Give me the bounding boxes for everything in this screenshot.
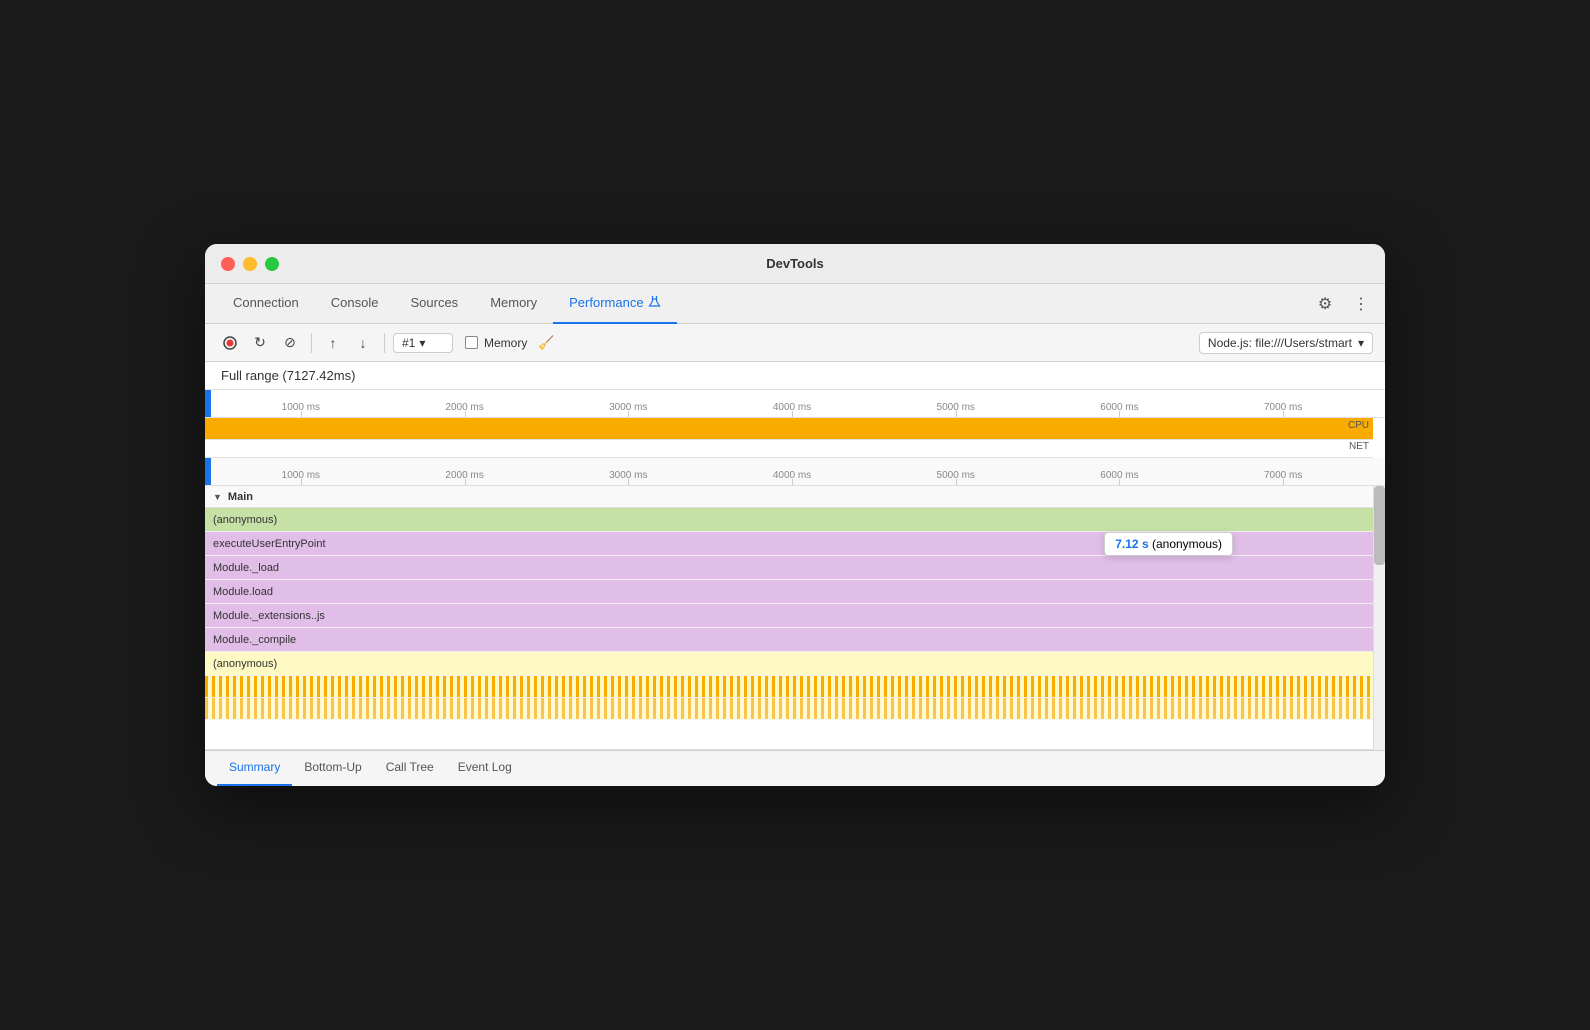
tick-2000ms: 2000 ms	[383, 402, 547, 417]
flame-row-anonymous1[interactable]: (anonymous)	[205, 508, 1373, 532]
cpu-label: CPU	[1348, 420, 1369, 431]
toolbar: ↻ ⊘ ↑ ↓ #1 ▾ Memory 🧹 Node.js: file:///U…	[205, 324, 1385, 362]
close-button[interactable]	[221, 257, 235, 271]
minimize-button[interactable]	[243, 257, 257, 271]
flame-row-anonymous2[interactable]: (anonymous)	[205, 652, 1373, 676]
reload-button[interactable]: ↻	[247, 330, 273, 356]
more-options-icon[interactable]: ⋮	[1349, 292, 1373, 316]
striped-row-2	[205, 698, 1373, 720]
flame-bar-anonymous1	[205, 508, 1373, 531]
memory-checkbox-area: Memory 🧹	[465, 330, 559, 356]
timeline-ruler-bottom: 1000 ms 2000 ms 3000 ms 4000 ms 5000 ms …	[205, 458, 1385, 486]
tick-4000ms: 4000 ms	[710, 402, 874, 417]
settings-icon[interactable]: ⚙	[1313, 292, 1337, 316]
tab-bar: Connection Console Sources Memory Perfor…	[205, 284, 1385, 324]
maximize-button[interactable]	[265, 257, 279, 271]
memory-label: Memory	[484, 336, 527, 350]
flame-bar-moduleload	[205, 556, 1373, 579]
flame-label-execute: executeUserEntryPoint	[205, 538, 326, 550]
timeline-container: Full range (7127.42ms) 1000 ms 2000 ms 3…	[205, 362, 1385, 750]
divider1	[311, 333, 312, 353]
tab-icons: ⚙ ⋮	[1313, 292, 1373, 316]
tooltip-time: 7.12 s	[1115, 537, 1148, 551]
net-label: NET	[1349, 441, 1369, 452]
section-title: Main	[228, 491, 253, 503]
tab-connection[interactable]: Connection	[217, 284, 315, 324]
flame-chart-scroll-area: ▼ Main (anonymous) executeUserEntryPoint…	[205, 486, 1385, 750]
flame-label-load: Module.load	[205, 586, 315, 598]
recording-selector[interactable]: #1 ▾	[393, 333, 453, 353]
tick-1000ms: 1000 ms	[219, 402, 383, 417]
clear-button[interactable]: ⊘	[277, 330, 303, 356]
flame-label-compile: Module._compile	[205, 634, 315, 646]
flame-row-load[interactable]: Module.load	[205, 580, 1373, 604]
divider2	[384, 333, 385, 353]
flame-chart: ▼ Main (anonymous) executeUserEntryPoint…	[205, 486, 1373, 750]
broom-icon[interactable]: 🧹	[533, 330, 559, 356]
node-selector-label: Node.js: file:///Users/stmart	[1208, 336, 1352, 350]
tab-console[interactable]: Console	[315, 284, 395, 324]
collapse-triangle-icon[interactable]: ▼	[213, 492, 222, 502]
tick2-3000ms: 3000 ms	[546, 470, 710, 485]
tick-5000ms: 5000 ms	[874, 402, 1038, 417]
devtools-window: DevTools Connection Console Sources Memo…	[205, 244, 1385, 786]
striped-row-1	[205, 676, 1373, 698]
bottom-tabbar: Summary Bottom-Up Call Tree Event Log	[205, 750, 1385, 786]
dropdown-arrow-icon: ▾	[419, 336, 425, 350]
tooltip-function: (anonymous)	[1152, 537, 1222, 551]
record-button[interactable]	[217, 330, 243, 356]
flame-row-compile[interactable]: Module._compile	[205, 628, 1373, 652]
flame-label-anonymous2: (anonymous)	[205, 658, 315, 670]
titlebar: DevTools	[205, 244, 1385, 284]
timeline-ruler-top: 1000 ms 2000 ms 3000 ms 4000 ms 5000 ms …	[205, 390, 1385, 418]
upload-button[interactable]: ↑	[320, 330, 346, 356]
tick2-6000ms: 6000 ms	[1038, 470, 1202, 485]
ruler-left-indicator	[205, 390, 211, 417]
tab-calltree[interactable]: Call Tree	[374, 750, 446, 786]
flask-icon	[648, 295, 661, 311]
ruler2-left-indicator	[205, 458, 211, 485]
flame-label-moduleload: Module._load	[205, 562, 315, 574]
tab-summary[interactable]: Summary	[217, 750, 292, 786]
flame-tooltip: 7.12 s (anonymous)	[1104, 532, 1233, 556]
flame-bar-load	[205, 580, 1373, 603]
tick2-1000ms: 1000 ms	[219, 470, 383, 485]
empty-row	[205, 720, 1373, 750]
tick2-4000ms: 4000 ms	[710, 470, 874, 485]
tick2-2000ms: 2000 ms	[383, 470, 547, 485]
flame-bar-compile	[205, 628, 1373, 651]
node-selector[interactable]: Node.js: file:///Users/stmart ▾	[1199, 332, 1373, 354]
flame-label-anonymous1: (anonymous)	[205, 514, 315, 526]
tick2-5000ms: 5000 ms	[874, 470, 1038, 485]
window-title: DevTools	[766, 256, 824, 271]
cpu-bar: CPU	[205, 418, 1373, 440]
scrollbar-thumb[interactable]	[1374, 486, 1385, 565]
tab-eventlog[interactable]: Event Log	[446, 750, 524, 786]
memory-checkbox[interactable]	[465, 336, 478, 349]
download-button[interactable]: ↓	[350, 330, 376, 356]
flame-row-moduleload[interactable]: Module._load	[205, 556, 1373, 580]
section-header-main: ▼ Main	[205, 486, 1373, 508]
flame-row-execute[interactable]: executeUserEntryPoint 7.12 s (anonymous)	[205, 532, 1373, 556]
range-label: Full range (7127.42ms)	[205, 362, 1385, 390]
flame-row-extensions[interactable]: Module._extensions..js	[205, 604, 1373, 628]
scrollbar-track[interactable]	[1373, 486, 1385, 750]
net-bar: NET	[205, 440, 1373, 458]
tab-sources[interactable]: Sources	[394, 284, 474, 324]
tick-7000ms: 7000 ms	[1201, 402, 1365, 417]
flame-bar-anonymous2	[205, 652, 1373, 675]
tab-performance[interactable]: Performance	[553, 284, 676, 324]
flame-bar-extensions	[205, 604, 1373, 627]
tick-6000ms: 6000 ms	[1038, 402, 1202, 417]
tick2-7000ms: 7000 ms	[1201, 470, 1365, 485]
traffic-lights	[221, 257, 279, 271]
tab-bottomup[interactable]: Bottom-Up	[292, 750, 373, 786]
node-dropdown-icon: ▾	[1358, 336, 1364, 350]
tab-memory[interactable]: Memory	[474, 284, 553, 324]
tick-3000ms: 3000 ms	[546, 402, 710, 417]
flame-label-extensions: Module._extensions..js	[205, 610, 325, 622]
